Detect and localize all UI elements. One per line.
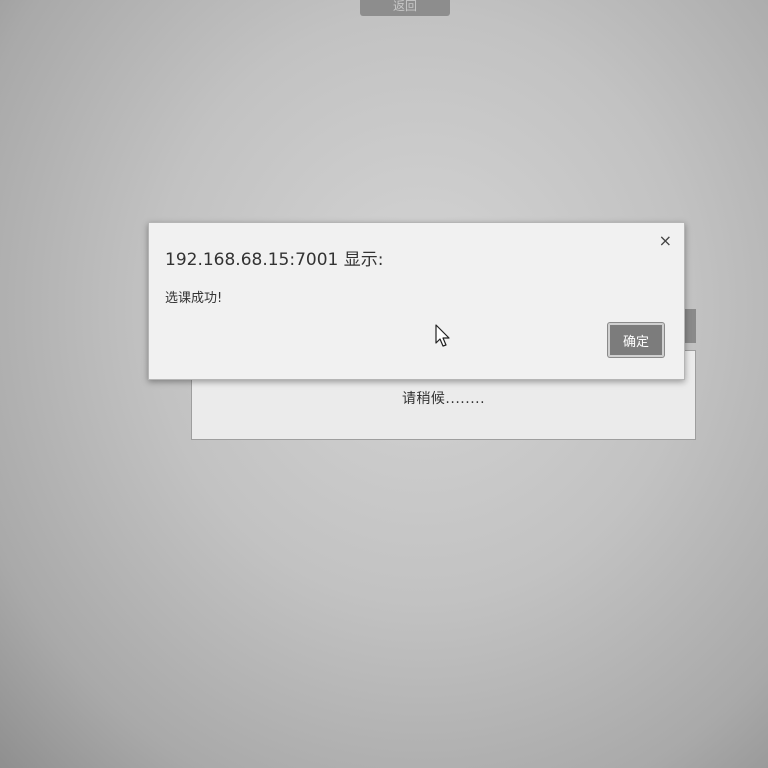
back-button[interactable]: 返回 [360, 0, 450, 16]
ok-button[interactable]: 确定 [608, 323, 664, 357]
mouse-pointer-icon [435, 324, 450, 347]
loading-panel-accent [684, 309, 696, 343]
alert-message: 选课成功! [165, 291, 223, 306]
alert-dialog: 192.168.68.15:7001 显示: × 选课成功! 确定 [148, 222, 685, 380]
close-icon[interactable]: × [659, 231, 672, 250]
loading-text: 请稍候........ [401, 391, 486, 407]
alert-title: 192.168.68.15:7001 显示: [165, 250, 384, 270]
